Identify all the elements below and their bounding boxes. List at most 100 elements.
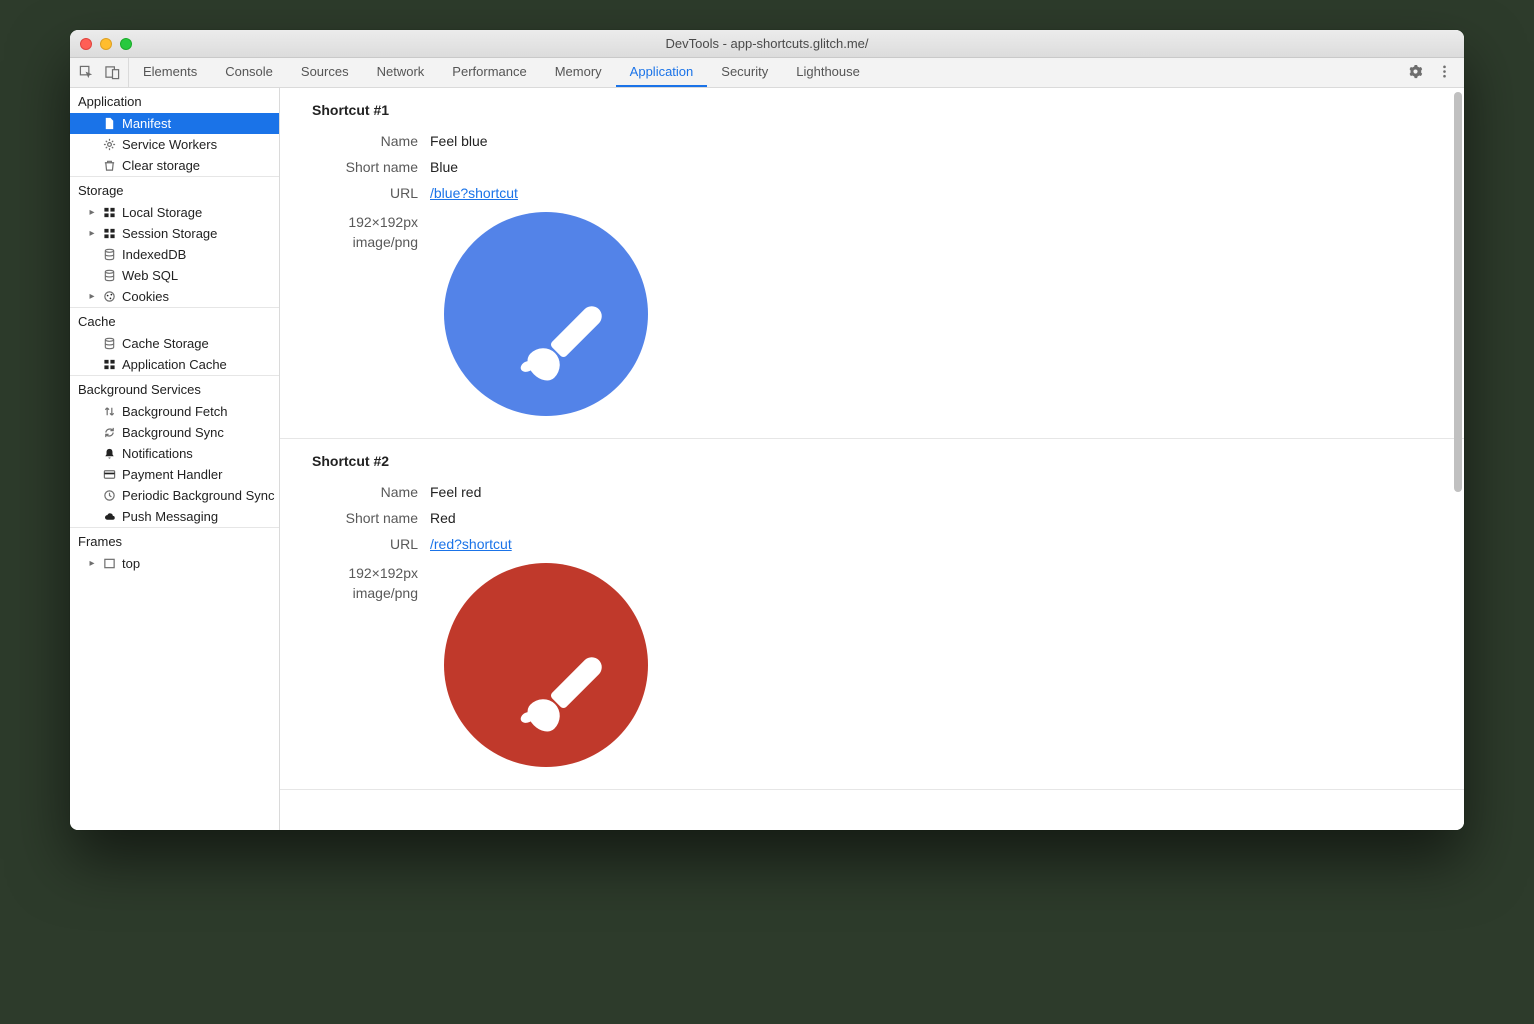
- sidebar-item-manifest[interactable]: Manifest: [70, 113, 279, 134]
- sidebar-item-background-fetch[interactable]: Background Fetch: [70, 401, 279, 422]
- icon-size: 192×192px: [280, 563, 418, 583]
- sidebar-item-payment-handler[interactable]: Payment Handler: [70, 464, 279, 485]
- window-title: DevTools - app-shortcuts.glitch.me/: [70, 36, 1464, 51]
- cloud-icon: [102, 510, 116, 524]
- sidebar: Application Manifest Service Workers Clear …: [70, 88, 280, 830]
- sidebar-item-push-messaging[interactable]: Push Messaging: [70, 506, 279, 527]
- field-label-url: URL: [280, 536, 430, 552]
- tab-lighthouse[interactable]: Lighthouse: [782, 58, 874, 87]
- devtools-window: DevTools - app-shortcuts.glitch.me/ Elem…: [70, 30, 1464, 830]
- shortcut-block: Shortcut #2NameFeel redShort nameRedURL/…: [280, 439, 1464, 790]
- sidebar-item-indexeddb[interactable]: IndexedDB: [70, 244, 279, 265]
- field-label-name: Name: [280, 484, 430, 500]
- shortcut-block: Shortcut #1NameFeel blueShort nameBlueUR…: [280, 88, 1464, 439]
- chevron-right-icon[interactable]: ▸: [88, 291, 96, 302]
- sidebar-item-label: top: [122, 556, 140, 571]
- field-value-short_name: Red: [430, 510, 456, 526]
- sidebar-item-periodic-background-sync[interactable]: Periodic Background Sync: [70, 485, 279, 506]
- sidebar-item-clear-storage[interactable]: Clear storage: [70, 155, 279, 176]
- field-value-url[interactable]: /red?shortcut: [430, 536, 512, 552]
- sidebar-item-label: Cookies: [122, 289, 169, 304]
- shortcut-icon-preview: [444, 563, 648, 767]
- sidebar-section-header: Background Services: [70, 375, 279, 401]
- sidebar-item-label: Cache Storage: [122, 336, 209, 351]
- inspect-icon[interactable]: [78, 65, 94, 81]
- shortcut-url-link[interactable]: /red?shortcut: [430, 536, 512, 552]
- icon-type: image/png: [280, 583, 418, 603]
- brush-icon: [503, 628, 630, 755]
- shortcut-icon-preview: [444, 212, 648, 416]
- sidebar-section-header: Cache: [70, 307, 279, 333]
- shortcut-title: Shortcut #1: [280, 102, 1464, 128]
- tab-security[interactable]: Security: [707, 58, 782, 87]
- device-mode-icon[interactable]: [104, 65, 120, 81]
- sidebar-section-header: Application: [70, 88, 279, 113]
- clock-icon: [102, 489, 116, 503]
- field-value-name: Feel blue: [430, 133, 488, 149]
- shortcut-url-link[interactable]: /blue?shortcut: [430, 185, 518, 201]
- sidebar-item-cookies[interactable]: ▸ Cookies: [70, 286, 279, 307]
- tab-network[interactable]: Network: [363, 58, 439, 87]
- sidebar-item-label: Service Workers: [122, 137, 217, 152]
- sidebar-item-label: Notifications: [122, 446, 193, 461]
- tab-memory[interactable]: Memory: [541, 58, 616, 87]
- close-icon[interactable]: [80, 38, 92, 50]
- more-icon[interactable]: [1437, 64, 1452, 82]
- sidebar-item-cache-storage[interactable]: Cache Storage: [70, 333, 279, 354]
- sidebar-item-label: Web SQL: [122, 268, 178, 283]
- sidebar-item-top[interactable]: ▸ top: [70, 553, 279, 574]
- sidebar-section-header: Storage: [70, 176, 279, 202]
- settings-icon[interactable]: [1408, 64, 1423, 82]
- chevron-right-icon[interactable]: ▸: [88, 207, 96, 218]
- minimize-icon[interactable]: [100, 38, 112, 50]
- sidebar-item-session-storage[interactable]: ▸ Session Storage: [70, 223, 279, 244]
- toolbar: ElementsConsoleSourcesNetworkPerformance…: [70, 58, 1464, 88]
- icon-type: image/png: [280, 232, 418, 252]
- sync-icon: [102, 426, 116, 440]
- grid-icon: [102, 227, 116, 241]
- sidebar-item-label: Background Sync: [122, 425, 224, 440]
- field-label-url: URL: [280, 185, 430, 201]
- titlebar: DevTools - app-shortcuts.glitch.me/: [70, 30, 1464, 58]
- db-icon: [102, 269, 116, 283]
- tab-sources[interactable]: Sources: [287, 58, 363, 87]
- sidebar-item-label: Local Storage: [122, 205, 202, 220]
- sidebar-item-local-storage[interactable]: ▸ Local Storage: [70, 202, 279, 223]
- sidebar-item-application-cache[interactable]: Application Cache: [70, 354, 279, 375]
- field-value-url[interactable]: /blue?shortcut: [430, 185, 518, 201]
- sidebar-item-label: Manifest: [122, 116, 171, 131]
- grid-icon: [102, 206, 116, 220]
- tab-application[interactable]: Application: [616, 58, 708, 87]
- db-icon: [102, 248, 116, 262]
- zoom-icon[interactable]: [120, 38, 132, 50]
- tab-performance[interactable]: Performance: [438, 58, 540, 87]
- field-value-short_name: Blue: [430, 159, 458, 175]
- card-icon: [102, 468, 116, 482]
- tab-elements[interactable]: Elements: [129, 58, 211, 87]
- sidebar-item-label: Clear storage: [122, 158, 200, 173]
- field-label-short_name: Short name: [280, 159, 430, 175]
- chevron-right-icon[interactable]: ▸: [88, 228, 96, 239]
- sidebar-item-label: Application Cache: [122, 357, 227, 372]
- grid-icon: [102, 358, 116, 372]
- bell-icon: [102, 447, 116, 461]
- sidebar-item-service-workers[interactable]: Service Workers: [70, 134, 279, 155]
- scrollbar[interactable]: [1454, 92, 1462, 652]
- sidebar-item-notifications[interactable]: Notifications: [70, 443, 279, 464]
- sidebar-item-background-sync[interactable]: Background Sync: [70, 422, 279, 443]
- frame-icon: [102, 557, 116, 571]
- sidebar-item-web-sql[interactable]: Web SQL: [70, 265, 279, 286]
- sidebar-item-label: Payment Handler: [122, 467, 222, 482]
- sidebar-item-label: Session Storage: [122, 226, 217, 241]
- brush-icon: [503, 277, 630, 404]
- shortcut-title: Shortcut #2: [280, 453, 1464, 479]
- field-value-name: Feel red: [430, 484, 481, 500]
- sidebar-item-label: Background Fetch: [122, 404, 228, 419]
- tab-console[interactable]: Console: [211, 58, 287, 87]
- sidebar-item-label: IndexedDB: [122, 247, 186, 262]
- trash-icon: [102, 159, 116, 173]
- chevron-right-icon[interactable]: ▸: [88, 558, 96, 569]
- sidebar-item-label: Push Messaging: [122, 509, 218, 524]
- icon-size: 192×192px: [280, 212, 418, 232]
- db-icon: [102, 337, 116, 351]
